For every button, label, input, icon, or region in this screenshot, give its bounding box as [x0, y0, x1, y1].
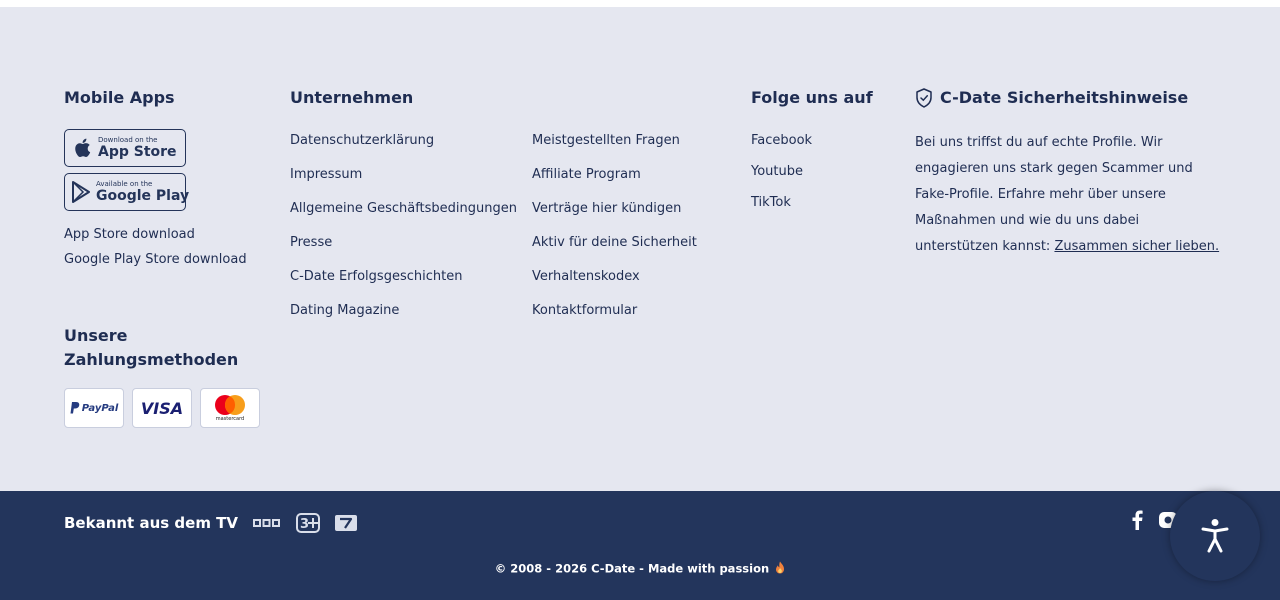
copyright-text: © 2008 - 2026 C-Date - Made with passion	[0, 561, 1280, 577]
app-store-badge-title: App Store	[98, 144, 177, 160]
app-store-download-link[interactable]: App Store download	[64, 227, 195, 243]
company-column: Unternehmen Datenschutzerklärung Impress…	[290, 88, 730, 318]
facebook-link[interactable]: Facebook	[751, 133, 812, 149]
copyright-label: © 2008 - 2026 C-Date - Made with passion	[494, 561, 770, 576]
google-play-badge[interactable]: Available on the Google Play	[64, 173, 190, 211]
paypal-logo: PayPal	[70, 402, 118, 414]
imprint-link[interactable]: Impressum	[290, 167, 362, 183]
faq-link[interactable]: Meistgestellten Fragen	[532, 133, 680, 149]
terms-link[interactable]: Allgemeine Geschäftsbedingungen	[290, 201, 517, 217]
tv-label: Bekannt aus dem TV	[64, 514, 239, 532]
visa-card: VISA	[132, 388, 192, 428]
safety-heading: C-Date Sicherheitshinweise	[915, 88, 1225, 108]
safety-active-link[interactable]: Aktiv für deine Sicherheit	[532, 235, 697, 251]
press-link[interactable]: Presse	[290, 235, 332, 251]
payment-methods-heading-line1: Unsere	[64, 326, 128, 345]
rtl-logo	[253, 513, 281, 533]
success-stories-link[interactable]: C-Date Erfolgsgeschichten	[290, 269, 462, 285]
google-play-download-link[interactable]: Google Play Store download	[64, 252, 247, 268]
google-play-badge-small-text: Available on the	[96, 180, 153, 188]
svg-text:3: 3	[300, 517, 309, 532]
app-store-badge-small-text: Download on the	[98, 136, 158, 144]
safety-text: Bei uns triffst du auf echte Profile. Wi…	[915, 130, 1220, 260]
follow-column: Folge uns auf Facebook Youtube TikTok	[751, 88, 901, 210]
app-store-badge[interactable]: Download on the App Store	[64, 129, 186, 167]
safety-description: Bei uns triffst du auf echte Profile. Wi…	[915, 135, 1193, 254]
cancel-contracts-link[interactable]: Verträge hier kündigen	[532, 201, 681, 217]
code-of-conduct-link[interactable]: Verhaltenskodex	[532, 269, 640, 285]
affiliate-program-link[interactable]: Affiliate Program	[532, 167, 641, 183]
safety-column: C-Date Sicherheitshinweise Bei uns triff…	[915, 88, 1225, 254]
company-heading: Unternehmen	[290, 88, 414, 107]
sat1-logo: 3	[296, 513, 320, 533]
fire-icon	[775, 561, 785, 577]
apple-icon	[71, 137, 93, 159]
payment-methods-heading-line2: Zahlungsmethoden	[64, 350, 239, 369]
safety-more-link[interactable]: Zusammen sicher lieben.	[1054, 239, 1219, 254]
google-play-badge-title: Google Play	[96, 188, 190, 204]
privacy-link[interactable]: Datenschutzerklärung	[290, 133, 434, 149]
footer-page: Mobile Apps Download on the App Store Av…	[0, 0, 1280, 600]
mobile-apps-heading: Mobile Apps	[64, 88, 175, 107]
accessibility-icon	[1200, 518, 1230, 554]
payment-methods-heading: Unsere Zahlungsmethoden	[64, 324, 238, 372]
google-play-icon	[71, 181, 91, 203]
safety-heading-text: C-Date Sicherheitshinweise	[940, 88, 1189, 107]
visa-logo: VISA	[140, 398, 184, 418]
dating-magazine-link[interactable]: Dating Magazine	[290, 303, 399, 319]
mobile-apps-column: Mobile Apps Download on the App Store Av…	[64, 88, 264, 428]
contact-form-link[interactable]: Kontaktformular	[532, 303, 637, 319]
youtube-link[interactable]: Youtube	[751, 164, 803, 180]
facebook-icon[interactable]	[1129, 510, 1145, 530]
mastercard-card: mastercard	[200, 388, 260, 428]
mastercard-logo: mastercard	[212, 394, 248, 422]
follow-heading: Folge uns auf	[751, 88, 873, 107]
prosieben-logo	[334, 513, 358, 533]
footer-bottom-bar	[0, 491, 1280, 600]
tiktok-link[interactable]: TikTok	[751, 195, 791, 211]
paypal-card: PayPal	[64, 388, 124, 428]
accessibility-button[interactable]	[1170, 491, 1260, 581]
shield-icon	[915, 88, 933, 108]
